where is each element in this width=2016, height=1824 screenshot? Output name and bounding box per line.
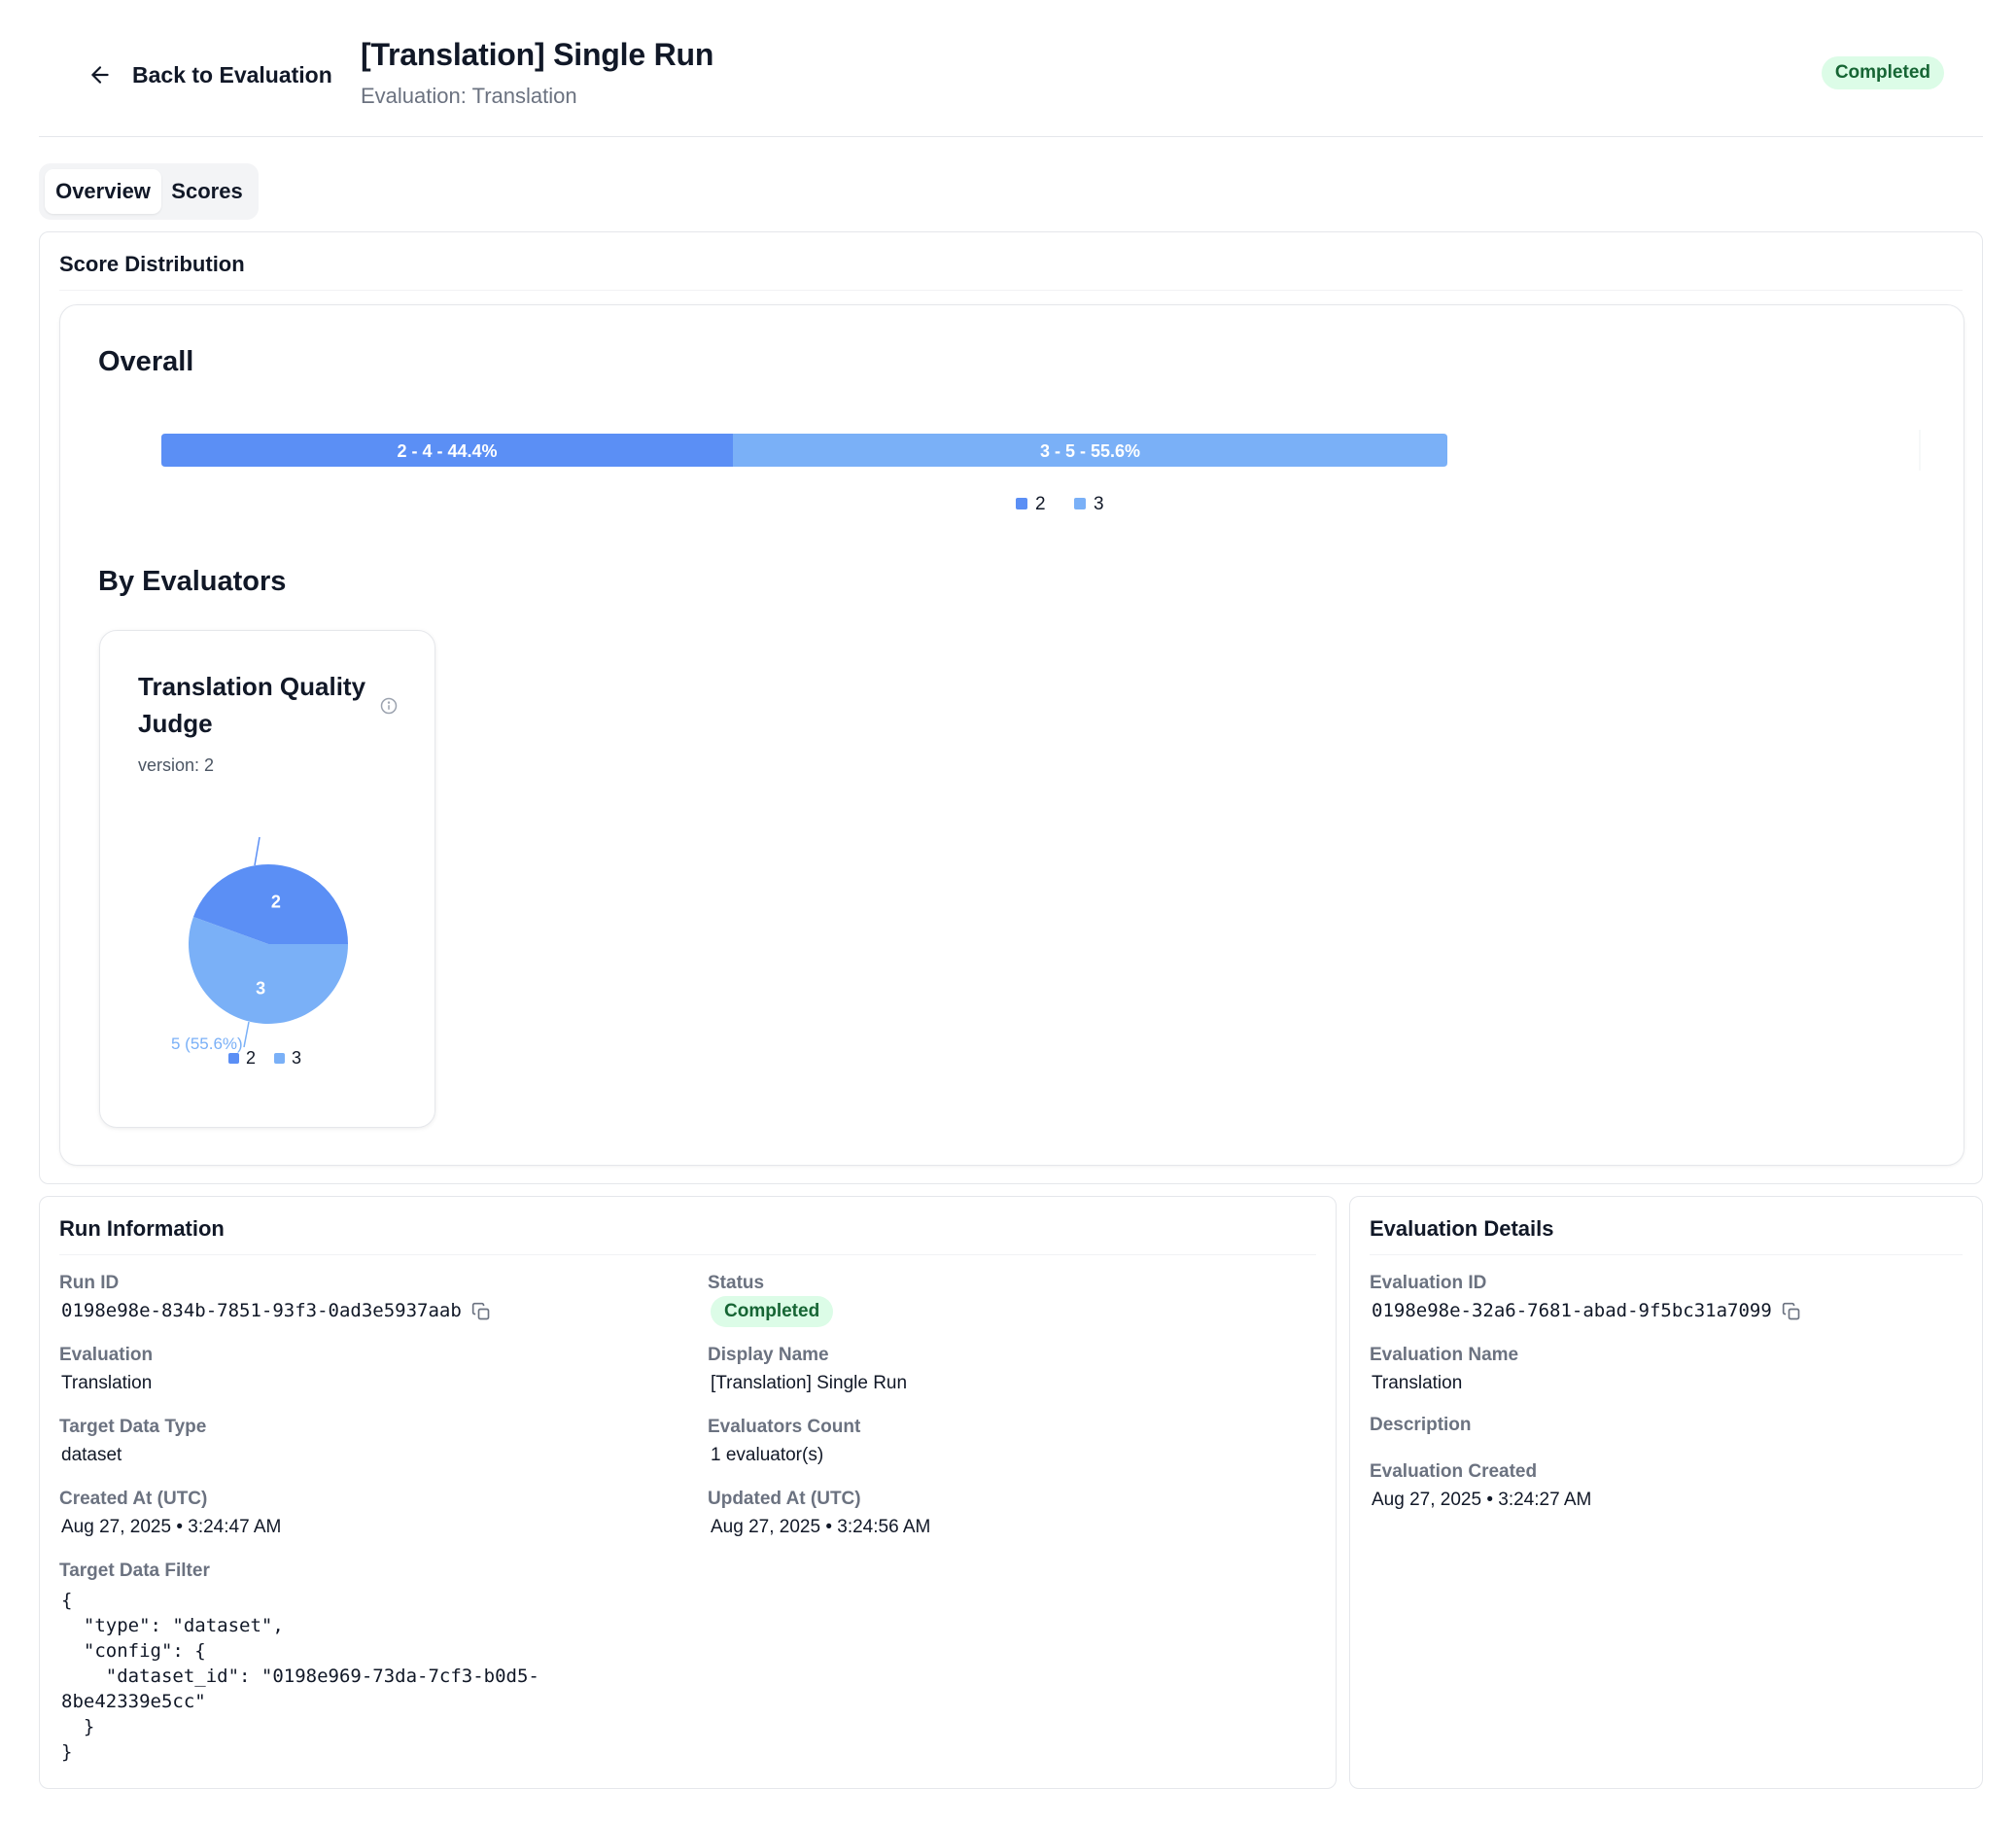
evaluation-id-row: 0198e98e-32a6-7681-abad-9f5bc31a7099 xyxy=(1372,1300,1801,1322)
evaluation-name-label: Evaluation Name xyxy=(1370,1345,1519,1365)
evaluation-label: Evaluation xyxy=(59,1345,154,1365)
updated-at-label: Updated At (UTC) xyxy=(708,1489,861,1509)
page-subtitle: Evaluation: Translation xyxy=(361,84,577,108)
display-name-label: Display Name xyxy=(708,1345,829,1365)
run-information-card: Run Information Run ID 0198e98e-834b-785… xyxy=(39,1196,1337,1789)
evaluation-name-value: Translation xyxy=(1372,1373,1463,1393)
evaluators-count-label: Evaluators Count xyxy=(708,1417,861,1437)
by-evaluators-heading: By Evaluators xyxy=(98,566,287,597)
run-information-title: Run Information xyxy=(59,1216,225,1241)
evaluators-count-value: 1 evaluator(s) xyxy=(711,1445,824,1465)
evaluator-card[interactable]: Translation Quality Judge version: 2 2 3 5… xyxy=(99,630,435,1128)
evaluation-details-card: Evaluation Details Evaluation ID 0198e98… xyxy=(1349,1196,1983,1789)
tab-scores[interactable]: Scores xyxy=(161,169,253,214)
evaluation-created-value: Aug 27, 2025 • 3:24:27 AM xyxy=(1372,1490,1592,1510)
arrow-left-icon xyxy=(91,66,109,84)
evaluator-pie-chart: 235 (55.6%)2 3 xyxy=(171,836,348,1068)
page-title: [Translation] Single Run xyxy=(361,37,714,72)
legend-swatch-3 xyxy=(1074,498,1086,509)
tab-overview[interactable]: Overview xyxy=(45,169,161,214)
pie-legend-label-3: 3 xyxy=(292,1048,301,1068)
created-at-value: Aug 27, 2025 • 3:24:47 AM xyxy=(61,1517,282,1537)
evaluation-id-value: 0198e98e-32a6-7681-abad-9f5bc31a7099 xyxy=(1372,1300,1772,1321)
leader-line-2 xyxy=(254,836,261,866)
run-id-label: Run ID xyxy=(59,1273,120,1293)
copy-icon[interactable] xyxy=(1782,1302,1801,1321)
pie-label-2: 2 xyxy=(271,893,281,912)
page-header: Back to Evaluation [Translation] Single … xyxy=(39,0,1983,137)
display-name-value: [Translation] Single Run xyxy=(711,1373,908,1393)
target-data-filter-label: Target Data Filter xyxy=(59,1561,210,1581)
target-data-filter-code: { "type": "dataset", "config": { "datase… xyxy=(61,1590,539,1763)
overall-bar-chart: 2 - 4 - 44.4% 3 - 5 - 55.6% 2 3 xyxy=(161,430,1921,514)
pie-legend-label-2: 2 xyxy=(246,1048,256,1068)
tab-list: Overview Scores xyxy=(39,163,259,220)
leader-line-3 xyxy=(243,1021,250,1048)
target-data-type-label: Target Data Type xyxy=(59,1417,207,1437)
target-data-type-value: dataset xyxy=(61,1445,122,1465)
updated-at-value: Aug 27, 2025 • 3:24:56 AM xyxy=(711,1517,931,1537)
divider xyxy=(1370,1254,1963,1255)
score-distribution-title: Score Distribution xyxy=(59,252,245,276)
legend-label-3: 3 xyxy=(1094,494,1104,514)
pie-legend-swatch-3 xyxy=(274,1053,285,1064)
bar-label-2: 2 - 4 - 44.4% xyxy=(397,441,497,461)
evaluator-version: version: 2 xyxy=(138,755,215,775)
distribution-panel: Overall 2 - 4 - 44.4% 3 - 5 - 55.6% 2 3 By … xyxy=(59,304,1964,1166)
score-distribution-card: Score Distribution Overall 2 - 4 - 44.4%… xyxy=(39,231,1983,1184)
evaluation-details-title: Evaluation Details xyxy=(1370,1216,1554,1241)
status-badge: Completed xyxy=(711,1296,834,1327)
evaluation-id-label: Evaluation ID xyxy=(1370,1273,1487,1293)
status-label: Status xyxy=(708,1273,765,1293)
divider xyxy=(59,1254,1316,1255)
back-button-label: Back to Evaluation xyxy=(132,61,332,88)
pie-label-3: 3 xyxy=(256,978,265,998)
pie-outer-label-3: 5 (55.6%) xyxy=(171,1035,243,1053)
legend-swatch-2 xyxy=(1016,498,1027,509)
description-label: Description xyxy=(1370,1415,1472,1435)
bar-label-3: 3 - 5 - 55.6% xyxy=(1040,441,1140,461)
pie-legend-swatch-2 xyxy=(228,1053,239,1064)
back-to-evaluation-button[interactable]: Back to Evaluation xyxy=(87,54,332,95)
status-badge: Completed xyxy=(1821,56,1944,89)
legend-label-2: 2 xyxy=(1035,494,1046,514)
copy-icon[interactable] xyxy=(471,1302,491,1321)
run-id-row: 0198e98e-834b-7851-93f3-0ad3e5937aab xyxy=(61,1300,491,1322)
evaluator-name: Translation Quality Judge xyxy=(138,672,366,738)
run-id-value: 0198e98e-834b-7851-93f3-0ad3e5937aab xyxy=(61,1300,462,1321)
overall-heading: Overall xyxy=(98,346,194,377)
evaluation-created-label: Evaluation Created xyxy=(1370,1461,1538,1482)
info-icon[interactable] xyxy=(380,697,398,715)
created-at-label: Created At (UTC) xyxy=(59,1489,208,1509)
evaluation-value: Translation xyxy=(61,1373,153,1393)
divider xyxy=(59,290,1963,291)
